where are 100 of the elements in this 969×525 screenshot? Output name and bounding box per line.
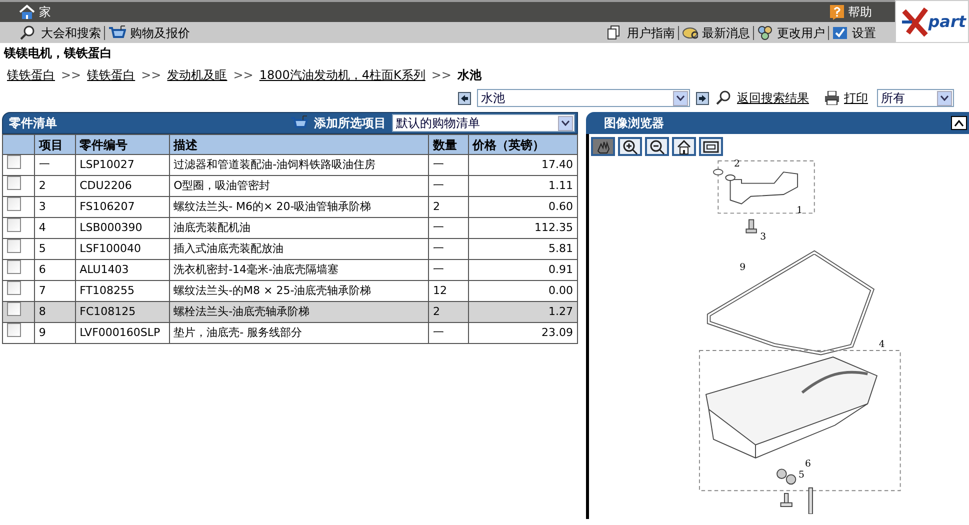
- checkbox[interactable]: [7, 323, 21, 338]
- table-cell: LVF000160SLP: [75, 322, 170, 344]
- checkbox[interactable]: [7, 281, 21, 296]
- table-row[interactable]: 2 CDU2206 O型圈，吸油管密封 一 1.11: [2, 176, 578, 196]
- help-link[interactable]: 帮助: [848, 3, 872, 21]
- table-cell: 0.60: [468, 196, 578, 218]
- users-icon[interactable]: [757, 24, 773, 40]
- home-tool[interactable]: [672, 137, 696, 156]
- column-header: 项目: [34, 134, 76, 154]
- checkbox[interactable]: [7, 218, 21, 232]
- table-cell: 8: [34, 302, 76, 322]
- callout-number: 2: [734, 159, 740, 170]
- table-cell: ALU1403: [75, 260, 170, 280]
- home-icon[interactable]: [676, 138, 692, 154]
- table-cell: 9: [34, 322, 76, 344]
- callout-number: 3: [760, 231, 766, 242]
- news-link[interactable]: 最新消息: [702, 24, 750, 42]
- table-row[interactable]: 3 FS106207 螺纹法兰头- M6的× 20-吸油管轴承阶梯 2 0.60: [2, 196, 578, 218]
- table-row[interactable]: 一 LSP10027 过滤器和管道装配油-油饲料铁路吸油住房 一 17.40: [2, 154, 578, 176]
- printer-icon[interactable]: [824, 91, 840, 105]
- callout-number: 9: [740, 262, 746, 274]
- table-cell: 17.40: [468, 154, 578, 176]
- table-cell: FC108125: [75, 302, 170, 322]
- fit-to-window-tool[interactable]: [699, 137, 723, 156]
- shopping-link[interactable]: 购物及报价: [130, 24, 190, 42]
- checkbox[interactable]: [7, 197, 21, 212]
- caret-icon[interactable]: [954, 120, 964, 126]
- table-row[interactable]: 4 LSB000390 油底壳装配机油 一 112.35: [2, 218, 578, 238]
- fit-to-window-icon[interactable]: [703, 138, 719, 154]
- table-row[interactable]: 5 LSF100040 插入式油底壳装配放油 一 5.81: [2, 238, 578, 260]
- checkbox[interactable]: [7, 239, 21, 254]
- table-cell: 23.09: [468, 322, 578, 344]
- callout-number: 4: [878, 338, 885, 350]
- shopping-list-select[interactable]: 默认的购物清单: [392, 114, 575, 132]
- search-icon[interactable]: [715, 90, 731, 106]
- table-row[interactable]: 8 FC108125 螺栓法兰头-油底壳轴承阶梯 2 1.27: [2, 302, 578, 322]
- news-icon[interactable]: [682, 24, 698, 40]
- search-link[interactable]: 大会和搜索: [41, 24, 101, 42]
- search-icon[interactable]: [19, 24, 37, 40]
- home-link[interactable]: 家: [39, 3, 51, 21]
- table-cell: 插入式油底壳装配放油: [169, 238, 428, 260]
- hand-icon[interactable]: [595, 138, 611, 154]
- breadcrumb-link[interactable]: 镁铁蛋白: [7, 66, 55, 84]
- zoom-out-tool[interactable]: [645, 137, 669, 156]
- breadcrumb-separator: >>: [431, 67, 452, 84]
- zoom-in-tool[interactable]: [618, 137, 642, 156]
- add-selected-button[interactable]: 添加所选项目: [314, 114, 386, 132]
- zoom-in-icon[interactable]: [622, 138, 638, 154]
- help-icon[interactable]: [830, 4, 844, 20]
- table-cell: 6: [34, 260, 76, 280]
- panel-title: 图像浏览器: [604, 115, 664, 132]
- cart-icon[interactable]: [108, 24, 126, 40]
- change-user-link[interactable]: 更改用户: [777, 24, 825, 42]
- breadcrumb-link[interactable]: 发动机及眶: [167, 66, 228, 84]
- table-cell: 1.27: [468, 302, 578, 322]
- breadcrumb-link[interactable]: 镁铁蛋白: [87, 66, 136, 84]
- table-cell: 一: [428, 238, 468, 260]
- table-cell: FS106207: [75, 196, 170, 218]
- table-cell: 一: [428, 260, 468, 280]
- checkbox[interactable]: [7, 155, 21, 170]
- checkbox[interactable]: [7, 302, 21, 316]
- section-select[interactable]: 水池: [477, 89, 690, 107]
- column-header: 描述: [169, 134, 428, 154]
- table-row[interactable]: 9 LVF000160SLP 垫片，油底壳- 服务线部分 一 23.09: [2, 322, 578, 344]
- table-cell: 1.11: [468, 176, 578, 196]
- home-icon[interactable]: [19, 4, 35, 20]
- table-cell: 螺纹法兰头- M6的× 20-吸油管轴承阶梯: [169, 196, 428, 218]
- table-row[interactable]: 6 ALU1403 洗衣机密封-14毫米-油底壳隔墙塞 一 0.91: [2, 260, 578, 280]
- go-arrow-icon[interactable]: [696, 92, 709, 104]
- breadcrumb-separator: >>: [141, 67, 162, 84]
- back-to-results-link[interactable]: 返回搜索结果: [737, 89, 809, 107]
- table-cell: 垫片，油底壳- 服务线部分: [169, 322, 428, 344]
- checkbox[interactable]: [7, 176, 21, 190]
- logo: part: [895, 0, 969, 43]
- checkbox[interactable]: [7, 260, 21, 274]
- bolt-drawing: [746, 219, 757, 234]
- settings-icon[interactable]: [832, 24, 848, 40]
- cart-icon[interactable]: [290, 115, 308, 131]
- table-cell: 3: [34, 196, 76, 218]
- page-title: 镁镁电机，镁铁蛋白: [2, 45, 113, 62]
- breadcrumb-separator: >>: [233, 67, 254, 84]
- back-arrow-icon[interactable]: [458, 92, 471, 104]
- table-cell: 4: [34, 218, 76, 238]
- print-link[interactable]: 打印: [844, 89, 868, 107]
- column-header: 数量: [428, 134, 468, 154]
- table-cell: 112.35: [468, 218, 578, 238]
- callout-number: 6: [805, 458, 811, 470]
- table-cell: 螺栓法兰头-油底壳轴承阶梯: [169, 302, 428, 322]
- column-header: 价格（英镑）: [468, 134, 578, 154]
- table-cell: LSB000390: [75, 218, 170, 238]
- table-cell: LSF100040: [75, 238, 170, 260]
- table-cell: 5.81: [468, 238, 578, 260]
- hand-tool[interactable]: [591, 137, 615, 156]
- zoom-out-icon[interactable]: [649, 138, 665, 154]
- table-cell: 2: [428, 302, 468, 322]
- collapse-button[interactable]: [951, 116, 967, 130]
- user-guide-link[interactable]: 用户指南: [627, 24, 675, 42]
- breadcrumb-link[interactable]: 1800汽油发动机，4柱面K系列: [259, 66, 426, 84]
- filter-select[interactable]: 所有: [877, 89, 954, 107]
- settings-link[interactable]: 设置: [852, 24, 876, 42]
